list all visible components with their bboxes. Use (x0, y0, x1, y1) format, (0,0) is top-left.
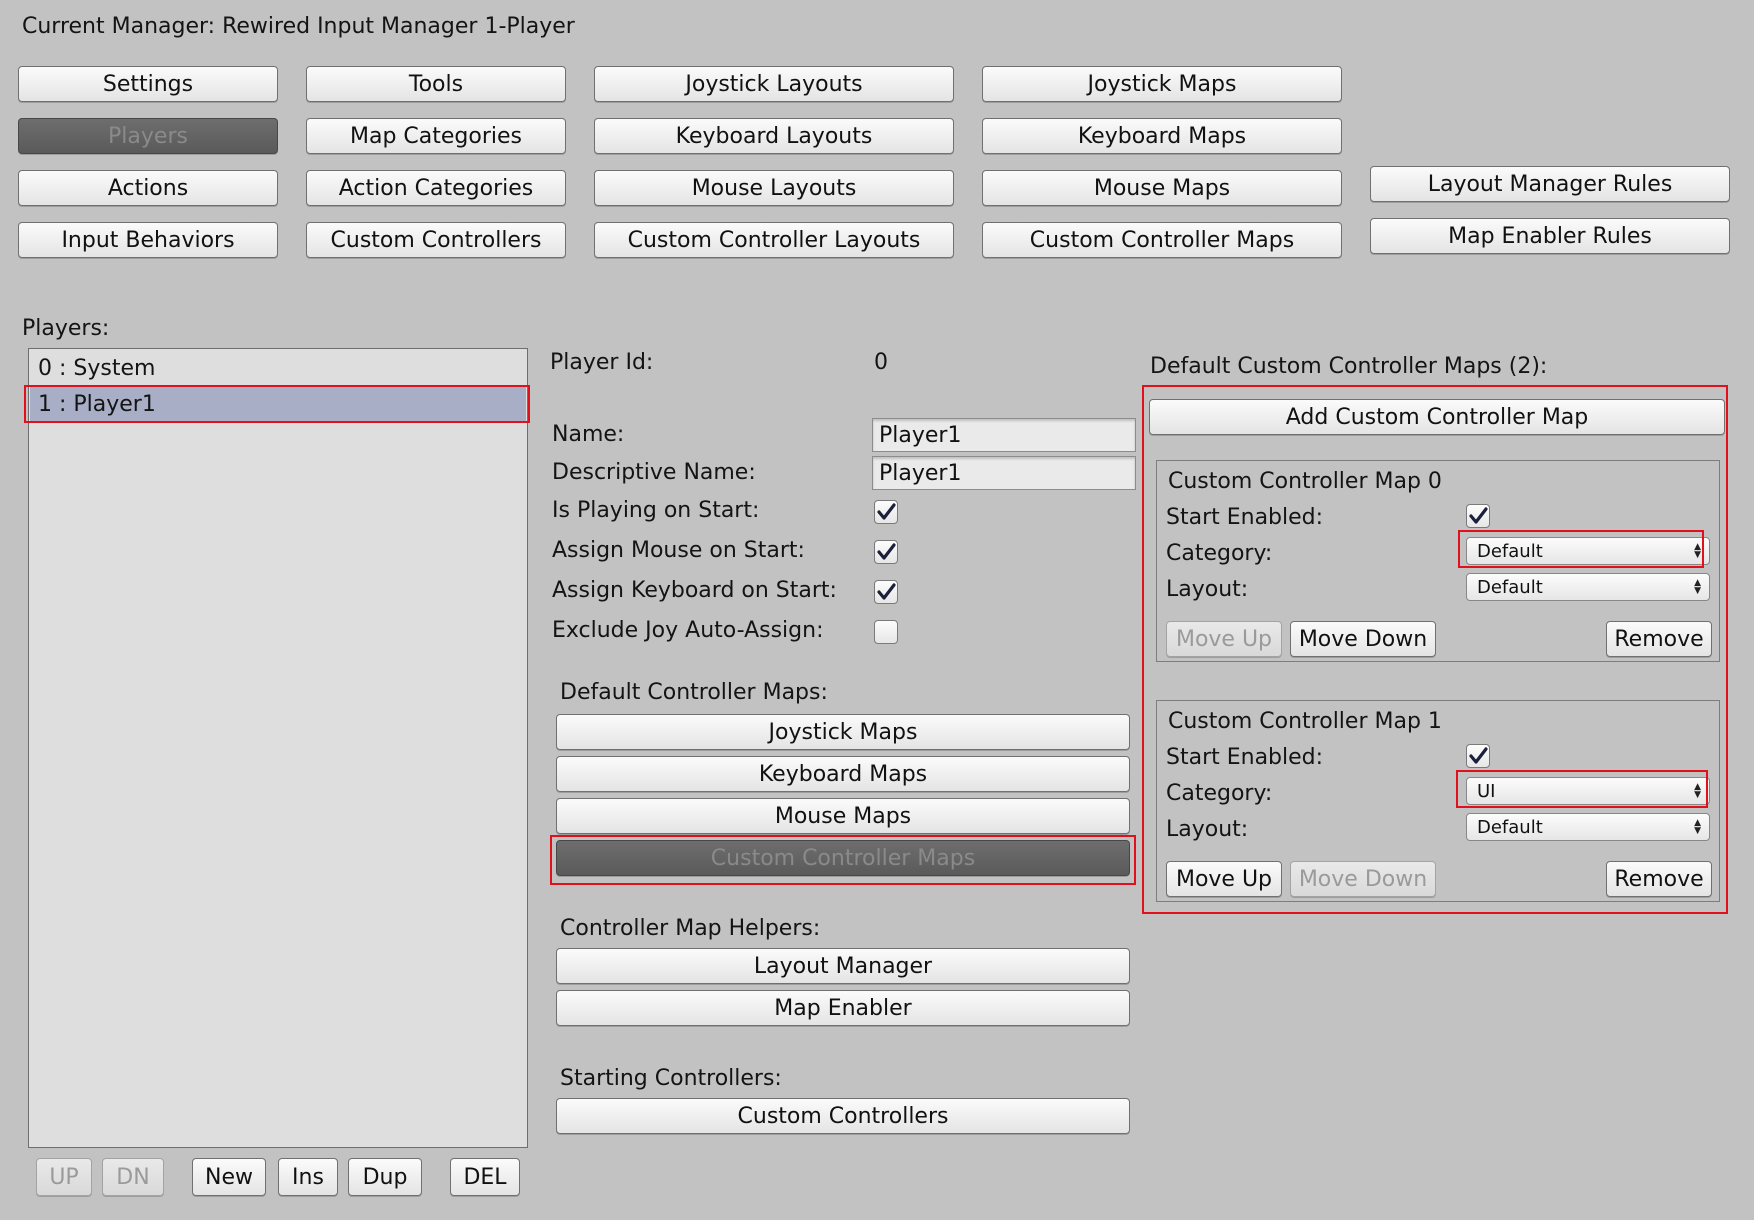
assign-keyboard-checkbox[interactable] (874, 580, 898, 604)
map-0-layout-label: Layout: (1166, 577, 1249, 602)
player-delete-button[interactable]: DEL (450, 1158, 520, 1196)
player-down-button[interactable]: DN (102, 1158, 164, 1196)
dropdown-arrows-icon: ▲ ▼ (1694, 782, 1701, 800)
nav-joystick-layouts-button[interactable]: Joystick Layouts (594, 66, 954, 102)
checkmark-icon (877, 503, 896, 520)
map-0-title: Custom Controller Map 0 (1168, 469, 1442, 494)
custom-maps-title: Default Custom Controller Maps (2): (1150, 354, 1548, 379)
controller-map-helpers-label: Controller Map Helpers: (560, 916, 821, 941)
map-1-start-enabled-label: Start Enabled: (1166, 745, 1324, 770)
exclude-joy-checkbox[interactable] (874, 620, 898, 644)
nav-layout-manager-rules-button[interactable]: Layout Manager Rules (1370, 166, 1730, 202)
map-1-category-value: UI (1477, 780, 1496, 802)
map-1-category-dropdown[interactable]: UI ▲ ▼ (1466, 777, 1710, 805)
name-label: Name: (552, 422, 625, 447)
is-playing-label: Is Playing on Start: (552, 498, 760, 523)
map-0-category-label: Category: (1166, 541, 1273, 566)
starting-custom-controllers-button[interactable]: Custom Controllers (556, 1098, 1130, 1134)
default-joystick-maps-button[interactable]: Joystick Maps (556, 714, 1130, 750)
map-0-start-enabled-checkbox[interactable] (1466, 504, 1490, 528)
assign-mouse-label: Assign Mouse on Start: (552, 538, 805, 563)
map-0-layout-dropdown[interactable]: Default ▲ ▼ (1466, 573, 1710, 601)
current-manager-label: Current Manager: Rewired Input Manager 1… (22, 14, 575, 39)
map-1-title: Custom Controller Map 1 (1168, 709, 1442, 734)
player-new-button[interactable]: New (192, 1158, 266, 1196)
map-1-layout-label: Layout: (1166, 817, 1249, 842)
players-list[interactable]: 0 : System 1 : Player1 (28, 348, 528, 1148)
default-keyboard-maps-button[interactable]: Keyboard Maps (556, 756, 1130, 792)
nav-settings-button[interactable]: Settings (18, 66, 278, 102)
player-list-item-system[interactable]: 0 : System (30, 351, 526, 385)
nav-joystick-maps-button[interactable]: Joystick Maps (982, 66, 1342, 102)
player-duplicate-button[interactable]: Dup (348, 1158, 422, 1196)
map-1-move-down-button[interactable]: Move Down (1290, 861, 1436, 897)
layout-manager-button[interactable]: Layout Manager (556, 948, 1130, 984)
checkmark-icon (1469, 507, 1488, 524)
assign-mouse-checkbox[interactable] (874, 540, 898, 564)
default-controller-maps-label: Default Controller Maps: (560, 680, 828, 705)
default-custom-controller-maps-button[interactable]: Custom Controller Maps (556, 840, 1130, 876)
default-mouse-maps-button[interactable]: Mouse Maps (556, 798, 1130, 834)
nav-keyboard-layouts-button[interactable]: Keyboard Layouts (594, 118, 954, 154)
nav-map-categories-button[interactable]: Map Categories (306, 118, 566, 154)
is-playing-checkbox[interactable] (874, 500, 898, 524)
name-input[interactable]: Player1 (872, 418, 1136, 452)
dropdown-arrows-icon: ▲ ▼ (1694, 818, 1701, 836)
nav-custom-controller-maps-button[interactable]: Custom Controller Maps (982, 222, 1342, 258)
dropdown-arrows-icon: ▲ ▼ (1694, 578, 1701, 596)
add-custom-controller-map-button[interactable]: Add Custom Controller Map (1149, 399, 1725, 435)
checkmark-icon (877, 543, 896, 560)
exclude-joy-label: Exclude Joy Auto-Assign: (552, 618, 824, 643)
map-0-layout-value: Default (1477, 576, 1543, 598)
nav-mouse-layouts-button[interactable]: Mouse Layouts (594, 170, 954, 206)
player-id-label: Player Id: (550, 350, 654, 375)
player-id-value: 0 (874, 350, 888, 375)
nav-mouse-maps-button[interactable]: Mouse Maps (982, 170, 1342, 206)
map-0-remove-button[interactable]: Remove (1606, 621, 1712, 657)
player-list-item-player1[interactable]: 1 : Player1 (30, 387, 526, 421)
player-insert-button[interactable]: Ins (278, 1158, 338, 1196)
starting-controllers-label: Starting Controllers: (560, 1066, 782, 1091)
assign-keyboard-label: Assign Keyboard on Start: (552, 578, 837, 603)
checkmark-icon (877, 583, 896, 600)
player-up-button[interactable]: UP (36, 1158, 92, 1196)
map-1-layout-dropdown[interactable]: Default ▲ ▼ (1466, 813, 1710, 841)
nav-tools-button[interactable]: Tools (306, 66, 566, 102)
nav-custom-controller-layouts-button[interactable]: Custom Controller Layouts (594, 222, 954, 258)
map-0-category-value: Default (1477, 540, 1543, 562)
map-0-start-enabled-label: Start Enabled: (1166, 505, 1324, 530)
map-0-move-up-button[interactable]: Move Up (1166, 621, 1282, 657)
map-enabler-button[interactable]: Map Enabler (556, 990, 1130, 1026)
nav-players-button[interactable]: Players (18, 118, 278, 154)
dropdown-arrows-icon: ▲ ▼ (1694, 542, 1701, 560)
map-1-layout-value: Default (1477, 816, 1543, 838)
descriptive-name-label: Descriptive Name: (552, 460, 756, 485)
players-label: Players: (22, 316, 110, 341)
map-1-remove-button[interactable]: Remove (1606, 861, 1712, 897)
nav-map-enabler-rules-button[interactable]: Map Enabler Rules (1370, 218, 1730, 254)
map-0-category-dropdown[interactable]: Default ▲ ▼ (1466, 537, 1710, 565)
nav-keyboard-maps-button[interactable]: Keyboard Maps (982, 118, 1342, 154)
map-1-start-enabled-checkbox[interactable] (1466, 744, 1490, 768)
checkmark-icon (1469, 747, 1488, 764)
nav-actions-button[interactable]: Actions (18, 170, 278, 206)
map-1-category-label: Category: (1166, 781, 1273, 806)
nav-input-behaviors-button[interactable]: Input Behaviors (18, 222, 278, 258)
map-0-move-down-button[interactable]: Move Down (1290, 621, 1436, 657)
nav-custom-controllers-button[interactable]: Custom Controllers (306, 222, 566, 258)
map-1-move-up-button[interactable]: Move Up (1166, 861, 1282, 897)
descriptive-name-input[interactable]: Player1 (872, 456, 1136, 490)
nav-action-categories-button[interactable]: Action Categories (306, 170, 566, 206)
